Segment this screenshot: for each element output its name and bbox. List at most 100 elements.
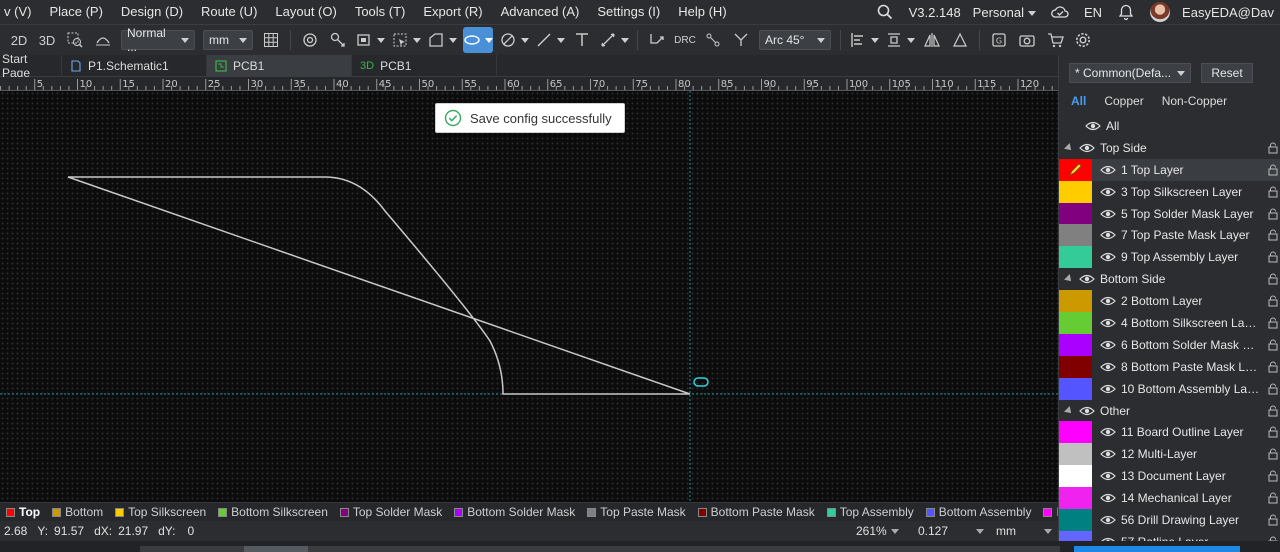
lock-icon[interactable] <box>1268 142 1278 154</box>
select-region-icon[interactable] <box>391 27 421 53</box>
language-button[interactable]: EN <box>1084 5 1102 20</box>
layer-row[interactable]: 3 Top Silkscreen Layer <box>1059 180 1280 203</box>
region-icon[interactable] <box>355 27 385 53</box>
bell-icon[interactable] <box>1115 1 1137 23</box>
eye-icon[interactable] <box>1100 317 1116 329</box>
no-copper-icon[interactable] <box>499 27 529 53</box>
cart-icon[interactable] <box>1044 27 1066 53</box>
layer-color-swatch[interactable] <box>1059 312 1092 334</box>
lock-icon[interactable] <box>1268 164 1278 176</box>
differential-pair-icon[interactable] <box>702 27 724 53</box>
lock-icon[interactable] <box>1268 229 1278 241</box>
tab-schematic[interactable]: P1.Schematic1 <box>62 55 207 76</box>
scrollbar-thumb[interactable] <box>244 546 308 552</box>
menu-view[interactable]: v (V) <box>0 0 40 24</box>
panel-scrollbar[interactable] <box>1074 546 1240 552</box>
status-unit-select[interactable]: mm <box>996 524 1052 538</box>
eye-icon[interactable] <box>1100 295 1116 307</box>
layer-row[interactable]: 13 Document Layer <box>1059 465 1280 488</box>
lock-icon[interactable] <box>1268 448 1278 460</box>
avatar[interactable] <box>1150 2 1171 22</box>
eye-icon[interactable] <box>1100 470 1116 482</box>
gerber-icon[interactable]: G <box>988 27 1010 53</box>
eye-icon[interactable] <box>1100 426 1116 438</box>
eye-icon[interactable] <box>1100 229 1116 241</box>
layer-color-swatch[interactable] <box>1059 246 1092 269</box>
eye-icon[interactable] <box>1079 142 1095 154</box>
collapse-triangle-icon[interactable] <box>1064 142 1074 153</box>
lock-icon[interactable] <box>1268 317 1278 329</box>
grid-icon[interactable] <box>260 27 282 53</box>
lock-icon[interactable] <box>1268 295 1278 307</box>
layer-row[interactable]: 12 Multi-Layer <box>1059 443 1280 466</box>
lock-icon[interactable] <box>1268 426 1278 438</box>
menu-design[interactable]: Design (D) <box>112 0 192 24</box>
layer-row-all[interactable]: All <box>1059 115 1280 137</box>
layer-row[interactable]: 9 Top Assembly Layer <box>1059 246 1280 269</box>
route-angle-icon[interactable] <box>730 27 752 53</box>
layer-row[interactable]: 11 Board Outline Layer <box>1059 421 1280 444</box>
cloud-icon[interactable] <box>1049 1 1071 23</box>
align-icon[interactable] <box>849 27 879 53</box>
layer-row[interactable]: 2 Bottom Layer <box>1059 290 1280 313</box>
pcb-canvas[interactable]: Save config successfully <box>0 91 1058 502</box>
lock-icon[interactable] <box>1268 470 1278 482</box>
legend-layer-item[interactable]: Top Paste Mask <box>581 505 691 519</box>
legend-layer-item[interactable]: Top Solder Mask <box>334 505 448 519</box>
layer-color-swatch[interactable] <box>1059 530 1092 541</box>
eye-icon[interactable] <box>1100 448 1116 460</box>
collapse-triangle-icon[interactable] <box>1064 274 1074 285</box>
tab-copper[interactable]: Copper <box>1104 94 1143 108</box>
tab-start-page[interactable]: Start Page <box>0 52 62 80</box>
horizontal-scrollbar[interactable] <box>0 541 1280 552</box>
menu-export[interactable]: Export (R) <box>414 0 491 24</box>
eye-icon[interactable] <box>1079 405 1095 417</box>
eye-icon[interactable] <box>1100 186 1116 198</box>
lock-icon[interactable] <box>1268 405 1278 417</box>
layer-color-swatch[interactable] <box>1059 487 1092 510</box>
distribute-icon[interactable] <box>885 27 915 53</box>
search-icon[interactable] <box>874 1 896 23</box>
layer-color-swatch[interactable] <box>1059 509 1092 531</box>
mirror-vertical-icon[interactable] <box>949 27 971 53</box>
layer-row[interactable]: 1 Top Layer <box>1059 158 1280 181</box>
layer-row[interactable]: 10 Bottom Assembly Layer <box>1059 377 1280 400</box>
layer-group-header[interactable]: Bottom Side <box>1059 268 1280 290</box>
menu-settings[interactable]: Settings (I) <box>588 0 669 24</box>
legend-layer-item[interactable]: Bottom Silkscreen <box>212 505 334 519</box>
lock-icon[interactable] <box>1268 186 1278 198</box>
lock-icon[interactable] <box>1268 361 1278 373</box>
zoom-area-icon[interactable] <box>64 27 86 53</box>
legend-layer-item[interactable]: Board Outli <box>1037 505 1058 519</box>
tab-pcb[interactable]: PCB1 <box>207 55 352 76</box>
pin-icon[interactable] <box>327 27 349 53</box>
layer-color-swatch[interactable] <box>1059 355 1092 378</box>
eye-icon[interactable] <box>1100 251 1116 263</box>
eye-icon[interactable] <box>1079 273 1095 285</box>
layer-row[interactable]: 7 Top Paste Mask Layer <box>1059 224 1280 247</box>
eye-icon[interactable] <box>1100 492 1116 504</box>
lock-icon[interactable] <box>1268 383 1278 395</box>
menu-advanced[interactable]: Advanced (A) <box>492 0 589 24</box>
menu-layout[interactable]: Layout (O) <box>266 0 345 24</box>
tab-non-copper[interactable]: Non-Copper <box>1162 94 1227 108</box>
layer-group-header[interactable]: Other <box>1059 400 1280 422</box>
eye-icon[interactable] <box>1100 339 1116 351</box>
eye-icon[interactable] <box>1100 536 1116 541</box>
layer-row[interactable]: 4 Bottom Silkscreen Layer <box>1059 312 1280 334</box>
route-icon[interactable] <box>646 27 668 53</box>
collapse-triangle-icon[interactable] <box>1064 405 1074 416</box>
layer-color-swatch[interactable] <box>1059 202 1092 225</box>
layer-row[interactable]: 14 Mechanical Layer <box>1059 487 1280 510</box>
eye-icon[interactable] <box>1100 164 1116 176</box>
tab-all[interactable]: All <box>1071 94 1086 108</box>
lock-icon[interactable] <box>1268 514 1278 526</box>
menu-place[interactable]: Place (P) <box>40 0 111 24</box>
layer-row[interactable]: 57 Ratline Layer <box>1059 530 1280 541</box>
layer-preset-select[interactable]: * Common(Defa... <box>1069 63 1191 83</box>
drc-button[interactable]: DRC <box>674 27 696 53</box>
layer-row[interactable]: 8 Bottom Paste Mask Layer <box>1059 355 1280 378</box>
arc-mode-select[interactable]: Arc 45° <box>759 30 831 50</box>
layer-group-header[interactable]: Top Side <box>1059 137 1280 159</box>
unit-select[interactable]: mm <box>203 30 253 50</box>
